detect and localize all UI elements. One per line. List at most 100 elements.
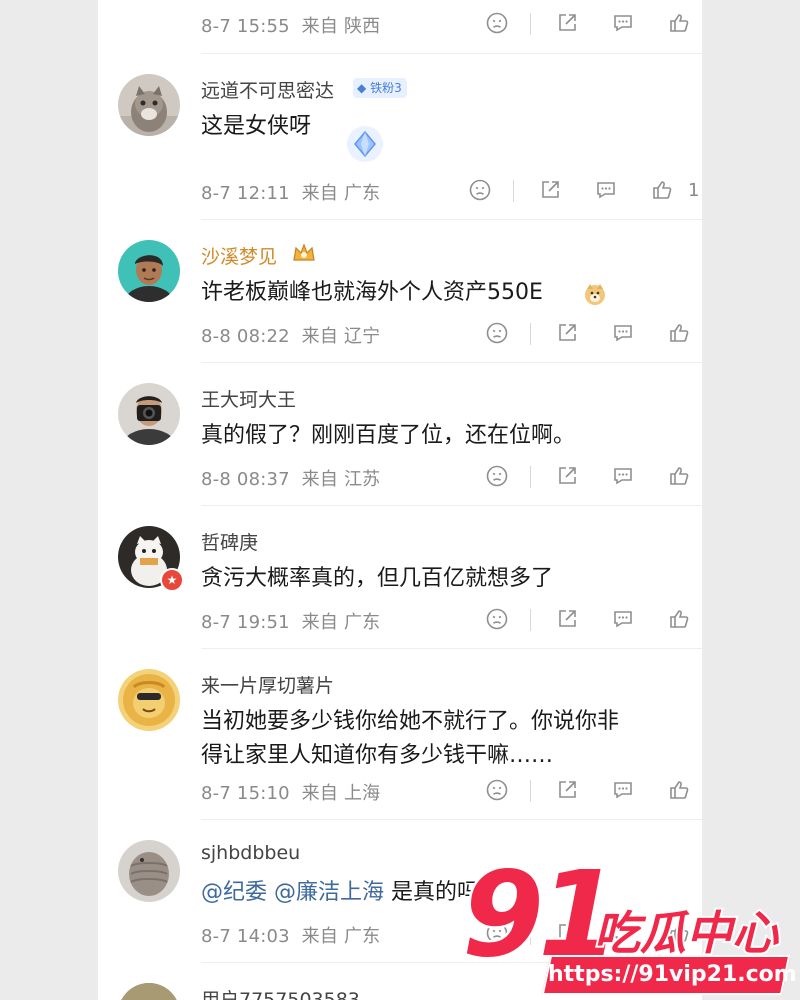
- thumbs-up-icon: [650, 178, 674, 206]
- comment-button[interactable]: [608, 777, 638, 807]
- mention-link[interactable]: @纪委: [201, 880, 267, 905]
- like-button[interactable]: [647, 177, 677, 207]
- comment-divider: [201, 362, 702, 363]
- comment-divider: [201, 648, 702, 649]
- comment-button[interactable]: [608, 10, 638, 40]
- dislike-button[interactable]: [482, 10, 512, 40]
- fan-level-badge: ◆ 铁粉3: [353, 78, 407, 98]
- dislike-face-icon: [485, 607, 509, 635]
- username[interactable]: 王大珂大王: [201, 385, 296, 412]
- dislike-button[interactable]: [482, 606, 512, 636]
- dislike-button[interactable]: [465, 177, 495, 207]
- like-button[interactable]: [664, 777, 694, 807]
- thumbs-up-icon: [667, 607, 691, 635]
- comment-meta-row: 8-7 15:55 来自 陕西: [98, 0, 702, 50]
- comment-meta: 8-8 08:22 来自 辽宁: [201, 326, 381, 347]
- avatar[interactable]: [118, 240, 180, 302]
- share-icon: [555, 607, 579, 635]
- avatar[interactable]: [118, 74, 180, 136]
- comment-icon: [611, 321, 635, 349]
- dislike-face-icon: [485, 11, 509, 39]
- diamond-icon: ◆: [357, 81, 367, 95]
- watermark: 91 吃瓜中心 https://91vip21.com: [459, 853, 800, 1000]
- watermark-url: https://91vip21.com: [548, 962, 797, 987]
- share-button[interactable]: [552, 463, 582, 493]
- share-button[interactable]: [552, 10, 582, 40]
- comment-meta: 8-7 15:10 来自 上海: [201, 783, 381, 804]
- username[interactable]: 用户7757503583: [201, 985, 360, 1000]
- action-divider: [530, 323, 531, 345]
- comment-icon: [611, 778, 635, 806]
- share-button[interactable]: [552, 320, 582, 350]
- share-button[interactable]: [535, 177, 565, 207]
- like-count: 1: [688, 180, 700, 201]
- share-icon: [538, 178, 562, 206]
- comment-divider: [201, 505, 702, 506]
- thumbs-up-icon: [667, 778, 691, 806]
- comment-meta: 8-7 15:55 来自 陕西: [201, 16, 381, 37]
- comment-button[interactable]: [591, 177, 621, 207]
- avatar[interactable]: [118, 983, 180, 1000]
- sparkle-diamond-icon: [347, 126, 383, 162]
- share-icon: [555, 778, 579, 806]
- action-divider: [530, 13, 531, 35]
- comment-text: 许老板巅峰也就海外个人资产550E: [201, 280, 543, 305]
- share-icon: [555, 321, 579, 349]
- comment-icon: [611, 11, 635, 39]
- action-divider: [530, 466, 531, 488]
- comment-meta: 8-7 14:03 来自 广东: [201, 926, 381, 947]
- thumbs-up-icon: [667, 321, 691, 349]
- watermark-url-banner: https://91vip21.com: [541, 955, 797, 995]
- dislike-face-icon: [485, 464, 509, 492]
- comment-button[interactable]: [608, 606, 638, 636]
- comment-text: 贪污大概率真的，但几百亿就想多了: [201, 566, 554, 591]
- comment-icon: [594, 178, 618, 206]
- share-icon: [555, 11, 579, 39]
- action-divider: [530, 780, 531, 802]
- comment-text-line: 当初她要多少钱你给她不就行了。你说你非: [201, 709, 620, 734]
- verified-badge-icon: ★: [160, 568, 184, 592]
- comment-divider: [201, 219, 702, 220]
- like-button[interactable]: [664, 10, 694, 40]
- comment-meta: 8-7 19:51 来自 广东: [201, 612, 381, 633]
- username[interactable]: sjhbdbbeu: [201, 842, 300, 864]
- mention-link[interactable]: @廉洁上海: [274, 880, 384, 905]
- share-button[interactable]: [552, 606, 582, 636]
- dislike-button[interactable]: [482, 320, 512, 350]
- doge-emoji-icon: [585, 284, 605, 305]
- avatar[interactable]: [118, 840, 180, 902]
- username[interactable]: 沙溪梦见: [201, 242, 277, 269]
- thumbs-up-icon: [667, 464, 691, 492]
- comment-text: 真的假了？刚刚百度了位，还在位啊。: [201, 423, 576, 448]
- comment-meta-row: 8-7 19:51 来自 广东: [98, 596, 702, 646]
- dislike-face-icon: [485, 321, 509, 349]
- avatar[interactable]: [118, 383, 180, 445]
- thumbs-up-icon: [667, 11, 691, 39]
- vip-crown-icon: [293, 243, 315, 261]
- dislike-button[interactable]: [482, 463, 512, 493]
- comment-button[interactable]: [608, 320, 638, 350]
- comment-meta-row: 8-8 08:22 来自 辽宁: [98, 310, 702, 360]
- action-divider: [530, 609, 531, 631]
- username[interactable]: 远道不可思密达: [201, 76, 334, 103]
- dislike-button[interactable]: [482, 777, 512, 807]
- like-button[interactable]: [664, 320, 694, 350]
- dislike-face-icon: [485, 778, 509, 806]
- comment-meta: 8-8 08:37 来自 江苏: [201, 469, 381, 490]
- comment-icon: [611, 464, 635, 492]
- avatar[interactable]: [118, 669, 180, 731]
- share-button[interactable]: [552, 777, 582, 807]
- comment-text: 这是女侠呀: [201, 114, 312, 139]
- watermark-title: 吃瓜中心: [592, 904, 780, 962]
- comment-meta-row: 8-8 08:37 来自 江苏: [98, 453, 702, 503]
- dislike-face-icon: [468, 178, 492, 206]
- username[interactable]: 哲碑庚: [201, 528, 258, 555]
- like-button[interactable]: [664, 463, 694, 493]
- username[interactable]: 来一片厚切薯片: [201, 671, 334, 698]
- action-divider: [513, 180, 514, 202]
- like-button[interactable]: [664, 606, 694, 636]
- comment-meta-row: 8-7 12:11 来自 广东 1: [98, 167, 702, 217]
- comment-button[interactable]: [608, 463, 638, 493]
- comment-divider: [201, 53, 702, 54]
- comment-meta: 8-7 12:11 来自 广东: [201, 183, 381, 204]
